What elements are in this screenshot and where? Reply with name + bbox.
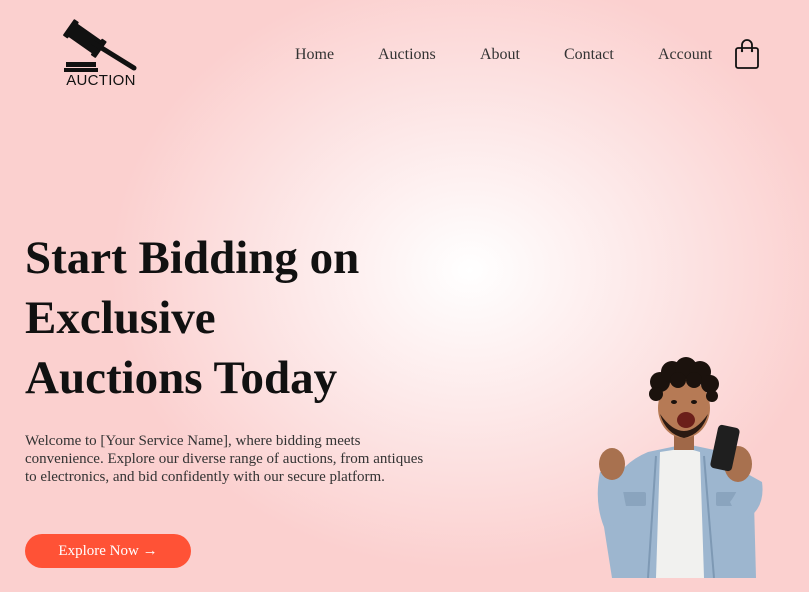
cart-button[interactable] — [734, 38, 760, 70]
hero-description: Welcome to [Your Service Name], where bi… — [25, 433, 424, 485]
hero-title-line-2: Exclusive — [25, 292, 216, 344]
excited-person-with-phone-illustration — [597, 357, 763, 579]
nav-home[interactable]: Home — [295, 46, 334, 64]
nav-auctions[interactable]: Auctions — [378, 46, 436, 64]
hero-title: Start Bidding on Exclusive Auctions Toda… — [25, 228, 445, 408]
hero-title-line-1: Start Bidding on — [25, 232, 360, 284]
logo-text: AUCTION — [66, 72, 136, 89]
main-nav: Home Auctions About Contact Account — [0, 46, 809, 66]
nav-about[interactable]: About — [480, 46, 520, 64]
hero-title-line-3: Auctions Today — [25, 352, 338, 404]
hero-image — [590, 352, 780, 579]
nav-account[interactable]: Account — [658, 46, 712, 64]
shopping-bag-icon — [735, 39, 759, 69]
nav-contact[interactable]: Contact — [564, 46, 614, 64]
explore-now-button[interactable]: Explore Now → — [25, 534, 191, 568]
